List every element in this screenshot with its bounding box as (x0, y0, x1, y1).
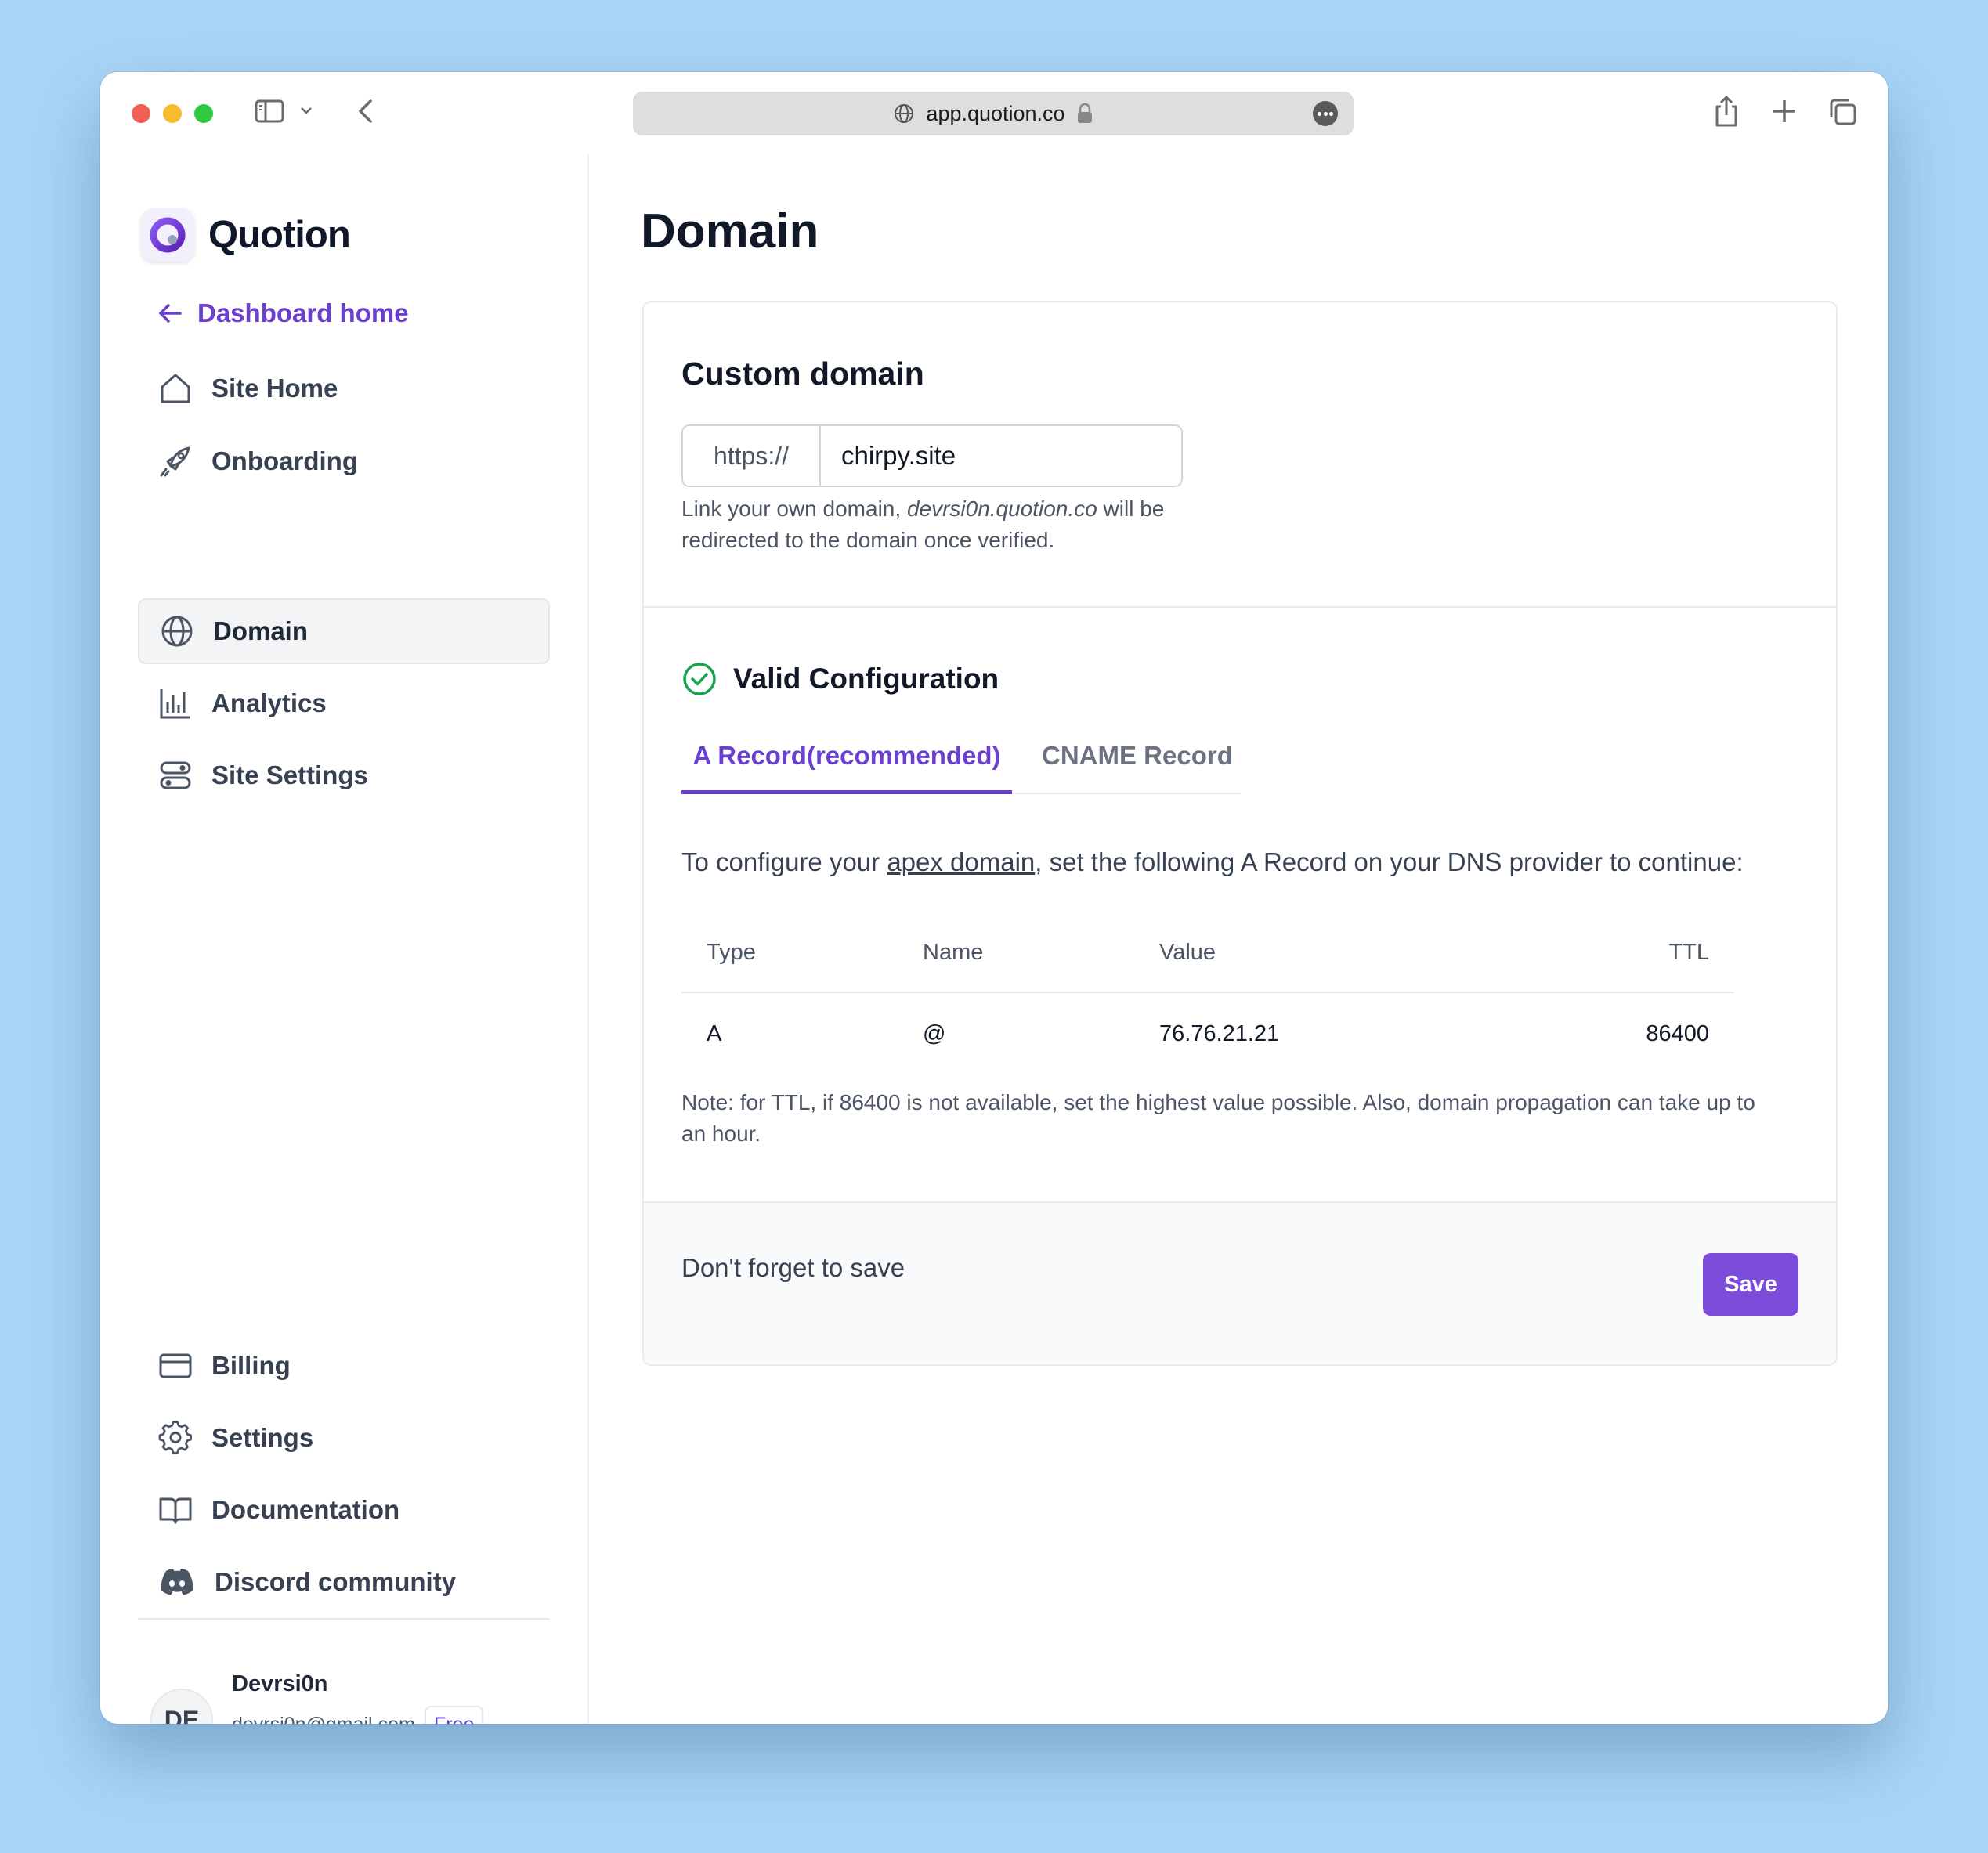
sidebar-item-documentation[interactable]: Documentation (138, 1477, 550, 1543)
sidebar-item-site-settings[interactable]: Site Settings (138, 742, 550, 808)
record-type: A (707, 1020, 722, 1046)
custom-domain-field: https:// (681, 424, 1183, 487)
check-circle-icon (683, 663, 716, 695)
sidebar-item-billing[interactable]: Billing (138, 1333, 550, 1399)
sidebar-divider (138, 1618, 550, 1620)
sidebar-item-label: Documentation (211, 1495, 400, 1524)
brand-logo[interactable]: Quotion (141, 208, 351, 262)
lock-icon (1077, 103, 1092, 123)
apex-domain-link[interactable]: apex domain (887, 847, 1035, 876)
minimize-window-button[interactable] (163, 104, 182, 123)
share-icon[interactable] (1711, 94, 1742, 128)
credit-card-icon (159, 1353, 192, 1378)
more-options-icon[interactable] (1313, 101, 1338, 126)
sidebar-item-settings[interactable]: Settings (138, 1405, 550, 1471)
dns-records-table: Type Name Value TTL A @ 76.76.21.21 8640… (681, 912, 1734, 1075)
column-header-value: Value (1159, 939, 1216, 965)
back-arrow-icon[interactable] (351, 96, 382, 127)
book-icon (159, 1497, 192, 1524)
sidebar-item-site-home[interactable]: Site Home (138, 356, 550, 421)
custom-domain-title: Custom domain (681, 356, 924, 392)
sidebar-item-onboarding[interactable]: Onboarding (138, 428, 550, 494)
plan-badge: Free (425, 1706, 484, 1724)
avatar: DE (150, 1689, 213, 1724)
tab-overview-icon[interactable] (1827, 96, 1860, 128)
sidebar-item-discord-community[interactable]: Discord community (138, 1549, 550, 1615)
address-bar[interactable]: app.quotion.co (633, 92, 1354, 135)
help-text-domain: devrsi0n.quotion.co (906, 497, 1097, 521)
sidebar-item-label: Domain (213, 616, 309, 645)
record-name: @ (923, 1020, 946, 1046)
globe-icon (895, 104, 914, 123)
card-footer: Don't forget to save Save (644, 1201, 1836, 1364)
ttl-note: Note: for TTL, if 86400 is not available… (681, 1090, 1755, 1146)
column-header-type: Type (707, 939, 756, 965)
dns-instructions: To configure your apex domain, set the f… (681, 847, 1744, 877)
sidebar-toggle-icon[interactable] (254, 96, 285, 127)
toggles-icon (160, 761, 191, 789)
column-header-ttl: TTL (1668, 939, 1709, 965)
quotion-logo-icon (141, 208, 194, 262)
record-ttl: 86400 (1646, 1020, 1709, 1046)
dashboard-home-link[interactable]: Dashboard home (157, 298, 409, 328)
card-divider (644, 606, 1836, 608)
record-tabs: A Record(recommended) CNAME Record (681, 741, 1241, 794)
sidebar: Quotion Dashboard home Site Home Onboard… (100, 154, 589, 1724)
rocket-icon (160, 446, 190, 477)
table-row: A @ 76.76.21.21 86400 (681, 993, 1734, 1075)
sidebar-item-label: Site Settings (211, 760, 368, 789)
dashboard-home-label: Dashboard home (197, 298, 409, 327)
instructions-before: To configure your (681, 847, 887, 876)
bar-chart-icon (160, 689, 190, 719)
close-window-button[interactable] (132, 104, 150, 123)
sidebar-item-label: Discord community (215, 1567, 457, 1596)
url-text: app.quotion.co (926, 101, 1065, 125)
gear-icon (158, 1421, 192, 1454)
discord-icon (161, 1569, 193, 1595)
browser-titlebar: app.quotion.co (100, 72, 1888, 154)
user-name: Devrsi0n (232, 1671, 328, 1696)
chevron-down-icon[interactable] (299, 105, 313, 116)
record-value: 76.76.21.21 (1159, 1020, 1280, 1046)
instructions-after: , set the following A Record on your DNS… (1035, 847, 1744, 876)
configuration-status: Valid Configuration (681, 661, 999, 697)
globe-icon (161, 616, 193, 647)
sidebar-item-label: Onboarding (211, 446, 358, 475)
brand-name: Quotion (208, 214, 351, 256)
sidebar-item-label: Billing (211, 1351, 291, 1380)
sidebar-item-analytics[interactable]: Analytics (138, 670, 550, 736)
sidebar-item-label: Settings (211, 1423, 314, 1452)
save-button[interactable]: Save (1703, 1253, 1798, 1316)
zoom-window-button[interactable] (194, 104, 213, 123)
tab-cname-record[interactable]: CNAME Record (1042, 741, 1233, 794)
table-header-row: Type Name Value TTL (681, 912, 1734, 993)
page-title: Domain (641, 204, 819, 258)
sidebar-item-domain[interactable]: Domain (138, 598, 550, 664)
help-text-before: Link your own domain, (681, 497, 907, 521)
domain-input[interactable] (821, 426, 1181, 486)
browser-window: app.quotion.co Quotion Dashboard home Si… (100, 72, 1888, 1724)
save-reminder: Don't forget to save (681, 1253, 905, 1282)
status-label: Valid Configuration (733, 663, 999, 695)
domain-help-text: Link your own domain, devrsi0n.quotion.c… (681, 493, 1198, 556)
arrow-left-icon (159, 304, 182, 323)
main-content: Domain Custom domain https:// Link your … (591, 154, 1888, 1724)
domain-card: Custom domain https:// Link your own dom… (642, 301, 1838, 1366)
sidebar-item-label: Analytics (211, 688, 327, 717)
column-header-name: Name (923, 939, 984, 965)
new-tab-icon[interactable] (1769, 96, 1800, 127)
sidebar-item-label: Site Home (211, 374, 338, 403)
home-icon (161, 374, 190, 403)
domain-prefix: https:// (683, 426, 821, 486)
user-email: devrsi0n@gmail.com (232, 1714, 415, 1724)
tab-a-record[interactable]: A Record(recommended) (681, 741, 1012, 794)
